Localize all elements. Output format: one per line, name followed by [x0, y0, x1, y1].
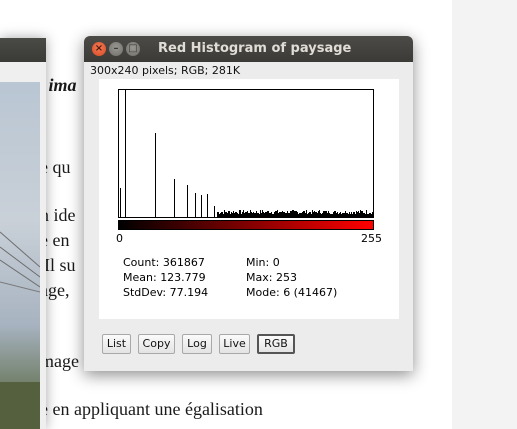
doc-text-line: Il su [44, 255, 76, 275]
stddev-stat: StdDev: 77.194 [123, 286, 208, 299]
histogram-bin [214, 206, 215, 217]
histogram-window[interactable]: × – □ Red Histogram of paysage 300x240 p… [84, 36, 413, 371]
max-stat: Max: 253 [246, 271, 297, 284]
histogram-bin [207, 194, 208, 217]
copy-button[interactable]: Copy [138, 334, 175, 354]
histogram-bin [120, 188, 121, 217]
histogram-bin [174, 179, 175, 217]
doc-text-line: e en appliquant une égalisation [40, 399, 263, 419]
min-value: 0 [272, 256, 280, 269]
count-label: Count: [123, 256, 160, 269]
histogram-canvas: 0 255 Count: 361867 Mean: 123.779 StdDev… [99, 79, 399, 319]
mean-value: 123.779 [160, 271, 206, 284]
histogram-bin [201, 195, 202, 217]
count-value: 361867 [162, 256, 205, 269]
window-titlebar[interactable]: × – □ Red Histogram of paysage [84, 36, 413, 62]
image-window-titlebar[interactable] [0, 38, 46, 62]
live-button[interactable]: Live [219, 334, 250, 354]
list-button[interactable]: List [102, 334, 131, 354]
min-label: Min: [246, 256, 270, 269]
close-icon[interactable]: × [92, 42, 106, 56]
document-margin [452, 0, 517, 429]
axis-min-label: 0 [116, 232, 123, 245]
color-ramp [118, 220, 374, 230]
histogram-bin [187, 185, 188, 217]
mode-stat: Mode: 6 (41467) [246, 286, 337, 299]
image-window[interactable] [0, 38, 46, 429]
histogram-bin [373, 212, 374, 217]
histogram-bin [155, 133, 156, 217]
histogram-plot [118, 89, 374, 218]
histogram-bin [125, 90, 126, 217]
log-button[interactable]: Log [182, 334, 212, 354]
landscape-image[interactable] [0, 82, 40, 429]
count-stat: Count: 361867 [123, 256, 205, 269]
min-stat: Min: 0 [246, 256, 280, 269]
max-label: Max: [246, 271, 273, 284]
mean-label: Mean: [123, 271, 157, 284]
mean-stat: Mean: 123.779 [123, 271, 206, 284]
histogram-bin [195, 193, 196, 217]
mode-value: 6 (41467) [283, 286, 338, 299]
stddev-label: StdDev: [123, 286, 167, 299]
minimize-icon[interactable]: – [109, 42, 123, 56]
rgb-button[interactable]: RGB [257, 334, 295, 354]
mode-label: Mode: [246, 286, 280, 299]
max-value: 253 [275, 271, 297, 284]
stddev-value: 77.194 [169, 286, 209, 299]
window-title: Red Histogram of paysage [158, 41, 352, 56]
maximize-icon[interactable]: □ [126, 42, 140, 56]
axis-max-label: 255 [361, 232, 382, 245]
image-info: 300x240 pixels; RGB; 281K [90, 64, 241, 77]
